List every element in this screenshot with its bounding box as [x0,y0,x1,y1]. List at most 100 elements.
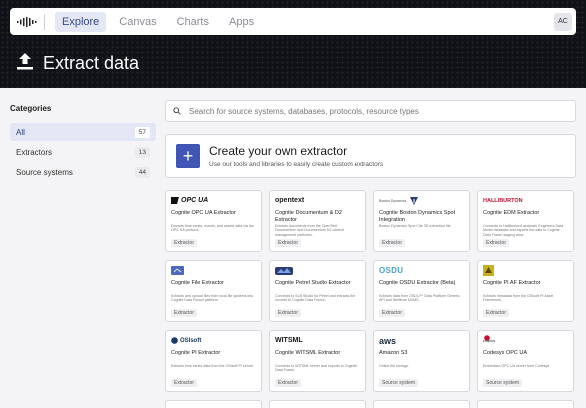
nav-canvas[interactable]: Canvas [112,12,163,32]
page-title: Extract data [43,53,140,73]
create-extractor-card[interactable]: + Create your own extractor Use our tool… [165,134,576,178]
extractor-card[interactable] [373,400,470,408]
nav-apps[interactable]: Apps [222,12,261,32]
card-title: Cognite Boston Dynamics Spot Integration [379,210,456,223]
card-description: Extracts data from OSDU™ Data Platform G… [379,294,460,303]
opentext-logo: opentext [275,197,305,204]
card-description: Extracts and upload files from local fil… [171,294,254,303]
card-description: Connects to SLB Studio for Petrel and ex… [275,294,356,303]
card-tag: Extractor [171,239,198,247]
card-description: Boston Dynamics Spot Cite 3D extraction … [379,224,452,228]
card-tag: Extractor [171,309,198,317]
card-title: Cognite PI AF Extractor [483,280,541,286]
card-title: Cognite OSDU Extractor (Beta) [379,280,456,286]
card-title: Cognite WITSML Extractor [275,350,341,356]
aws-logo: aws [379,335,397,346]
card-title: Cognite PI Extractor [171,350,221,356]
card-title: Cognite File Extractor [171,280,224,286]
card-tag: Extractor [483,309,510,317]
sidebar-item-label: Extractors [16,147,53,157]
top-nav-bar: Explore Canvas Charts Apps AC [10,8,576,35]
card-description: Extracts time series data from the OSIso… [171,364,254,368]
extractor-grid: OPC UA Cognite OPC UA Extractor Extracts… [165,190,576,392]
nav-charts[interactable]: Charts [170,12,216,32]
extractor-card[interactable]: HALLIBURTON Cognite EDM Extractor Connec… [477,190,574,252]
nav-explore[interactable]: Explore [55,11,107,32]
count-badge: 44 [134,166,150,178]
categories-sidebar: Categories All 57 Extractors 13 Source s… [10,104,156,183]
extractor-grid-next-row [165,400,576,408]
witsml-logo: WITSML [275,337,303,344]
osisoft-icon [171,337,178,344]
card-title: Amazon S3 [379,350,408,356]
upload-icon [16,52,34,75]
page-header: Explore Canvas Charts Apps AC Extract da… [0,0,586,88]
sidebar-item-source-systems[interactable]: Source systems 44 [10,163,156,181]
sidebar-item-all[interactable]: All 57 [10,123,156,141]
extractor-card[interactable]: Cognite File Extractor Extracts and uplo… [165,260,262,322]
search-bar[interactable] [165,100,576,122]
opc-ua-icon [171,197,179,204]
main-content: + Create your own extractor Use our tool… [165,100,576,392]
extractor-card[interactable]: CODESYS Codesys OPC UA Embedded OPC UA s… [477,330,574,392]
cognite-logo-icon[interactable] [10,8,44,35]
card-tag: Extractor [275,309,302,317]
extractor-card[interactable]: Cognite PI AF Extractor Extracts metadat… [477,260,574,322]
plus-icon: + [176,144,200,168]
slb-logo [275,265,359,276]
extractor-card[interactable]: OPC UA Cognite OPC UA Extractor Extracts… [165,190,262,252]
count-badge: 13 [134,146,150,158]
count-badge: 57 [134,126,150,138]
extractor-card[interactable]: Boston Dynamics Cognite Boston Dynamics … [373,190,470,252]
card-description: Connects to Halliburton/Landmark Enginee… [483,224,564,237]
pi-af-icon [483,265,494,276]
card-tag: Source system [483,379,523,387]
card-title: Cognite Petrel Studio Extractor [275,280,351,286]
categories-heading: Categories [10,104,52,113]
card-description: Extracts time series, events, and assets… [171,224,254,233]
osisoft-logo: OSIsoft [171,335,255,346]
avatar[interactable]: AC [554,12,572,31]
extractor-card[interactable]: OSIsoft Cognite PI Extractor Extracts ti… [165,330,262,392]
osdu-logo: OSDU [379,266,404,275]
card-description: Extracts metadata from the OSIsoft PI As… [483,294,554,303]
nav-divider [44,13,45,30]
boston-dynamics-logo: Boston Dynamics [379,195,463,206]
extractor-card[interactable]: Cognite Petrel Studio Extractor Connects… [269,260,366,322]
file-icon [171,266,184,275]
petrel-icon [275,266,293,275]
extractor-card[interactable] [165,400,262,408]
extractor-card[interactable]: OSDU Cognite OSDU Extractor (Beta) Extra… [373,260,470,322]
file-extractor-logo [171,265,255,276]
extractor-card[interactable]: opentext Cognite Documentum & D2 Extract… [269,190,366,252]
sidebar-item-extractors[interactable]: Extractors 13 [10,143,156,161]
extractor-card[interactable] [269,400,366,408]
card-title: Cognite EDM Extractor [483,210,540,216]
extractor-card[interactable]: WITSML Cognite WITSML Extractor Connects… [269,330,366,392]
search-input[interactable] [189,106,549,116]
card-tag: Extractor [171,379,198,387]
card-tag: Extractor [483,239,510,247]
card-description: Embedded OPC UA server from Codesys. [483,364,551,368]
card-description: Online file storage. [379,364,409,368]
page-title-row: Extract data [16,52,139,75]
sidebar-item-label: Source systems [16,167,73,177]
card-tag: Extractor [379,309,406,317]
card-title: Codesys OPC UA [483,350,528,356]
card-description: Connects to WITSML server and exports to… [275,364,358,373]
create-subtitle: Use our tools and libraries to easily cr… [209,161,384,168]
card-title: Cognite Documentum & D2 Extractor [275,210,342,223]
halliburton-logo: HALLIBURTON [483,197,523,204]
search-icon [173,102,181,120]
extractor-card[interactable] [477,400,574,408]
pi-af-logo [483,265,567,276]
card-tag: Extractor [275,239,302,247]
extractor-card[interactable]: aws Amazon S3 Online file storage. Sourc… [373,330,470,392]
codesys-logo: CODESYS [483,335,567,346]
spot-robot-icon [410,196,419,205]
card-tag: Source system [379,379,419,387]
card-tag: Extractor [275,379,302,387]
create-title: Create your own extractor [209,144,348,158]
opc-ua-logo: OPC UA [171,195,255,206]
card-description: Extracts documents from the OpenText Doc… [275,224,345,237]
